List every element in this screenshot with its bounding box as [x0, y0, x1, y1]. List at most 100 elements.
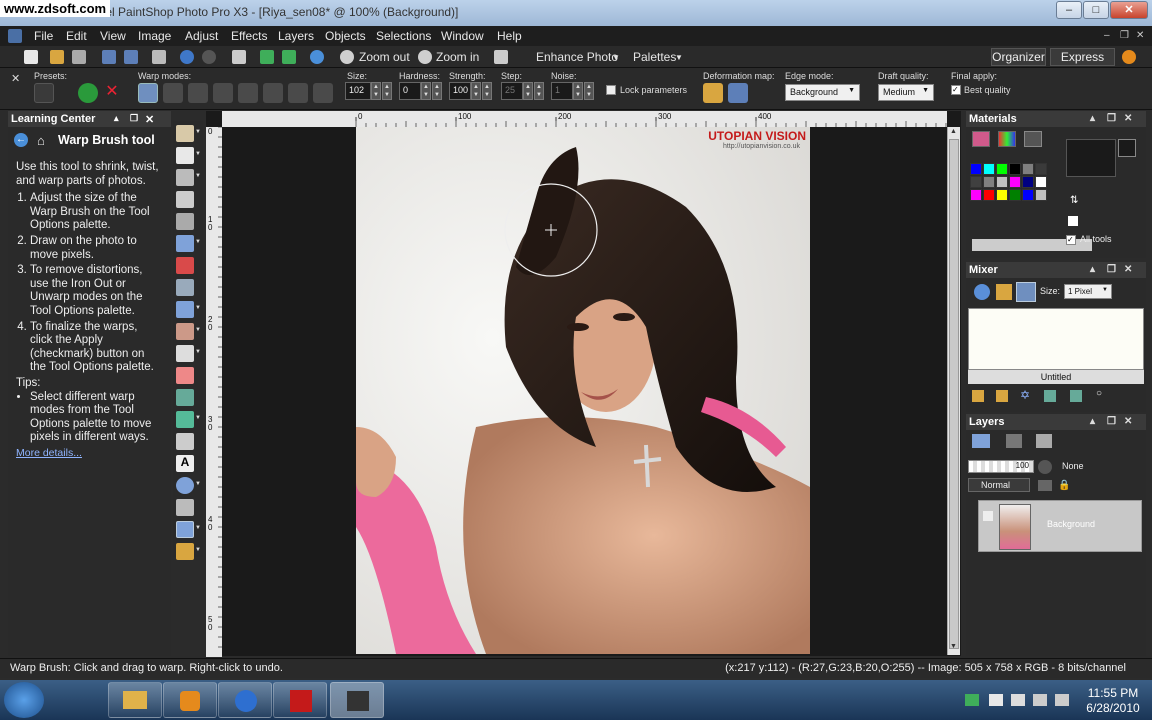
dodge-icon[interactable] [176, 345, 194, 362]
tray-app-icon[interactable] [989, 694, 1003, 706]
mixer-size-select[interactable]: 1 Pixel ▼ [1064, 284, 1112, 299]
color-swatch[interactable] [1035, 176, 1047, 188]
layer-visibility-icon[interactable] [983, 511, 993, 521]
picture-tube-icon[interactable] [176, 543, 194, 560]
mixer-zoom-icon[interactable]: ○ [1096, 388, 1102, 399]
menu-view[interactable]: View [100, 29, 126, 43]
restore-icon[interactable]: ❐ [130, 113, 138, 124]
menu-layers[interactable]: Layers [278, 29, 314, 43]
doc-minimize-icon[interactable]: – [1104, 30, 1110, 41]
color-swatch[interactable] [1022, 176, 1034, 188]
noise-spinner[interactable]: ▲ ▼ [573, 82, 583, 100]
layer-adjust-icon[interactable] [1036, 434, 1052, 448]
tray-monitor-icon[interactable] [1033, 694, 1047, 706]
straighten-icon[interactable] [176, 235, 194, 252]
warp-push-icon[interactable] [138, 83, 158, 103]
hardness-slider-icon[interactable]: ▲ ▼ [432, 82, 442, 100]
menu-edit[interactable]: Edit [66, 29, 87, 43]
rainbow-tab-icon[interactable] [998, 131, 1016, 147]
default-colors-icon[interactable] [1068, 216, 1078, 226]
email-icon[interactable] [282, 50, 296, 64]
enhance-photo-menu[interactable]: Enhance Photo [536, 50, 618, 64]
lock-parameters-checkbox[interactable] [606, 85, 616, 95]
browse-icon[interactable] [72, 50, 86, 64]
undo-icon[interactable] [180, 50, 194, 64]
menu-adjust[interactable]: Adjust [185, 29, 218, 43]
organizer-button[interactable]: Organizer [991, 48, 1046, 66]
menu-file[interactable]: File [34, 29, 53, 43]
red-eye-icon[interactable] [176, 257, 194, 274]
menu-effects[interactable]: Effects [231, 29, 267, 43]
opacity-field[interactable]: 100 [968, 460, 1034, 473]
background-color-box[interactable] [1118, 139, 1136, 157]
color-swatch[interactable] [996, 163, 1008, 175]
strength-field[interactable]: 100 [449, 82, 471, 100]
frame-tab-icon[interactable] [972, 131, 990, 147]
menu-objects[interactable]: Objects [325, 29, 366, 43]
minimize-button[interactable]: – [1056, 1, 1082, 19]
zoom-out-icon[interactable] [340, 50, 354, 64]
color-swatch[interactable] [983, 189, 995, 201]
crop-icon[interactable] [176, 213, 194, 230]
scroll-thumb[interactable] [949, 139, 959, 649]
warp-noise-icon[interactable] [263, 83, 283, 103]
text-icon[interactable]: A [176, 455, 194, 472]
presets-dropdown[interactable] [34, 83, 54, 103]
mixer-navigate-icon[interactable] [1044, 390, 1056, 402]
mixer-new-icon[interactable] [972, 390, 984, 402]
clone-icon[interactable] [176, 301, 194, 318]
color-swatch[interactable] [1009, 189, 1021, 201]
size-field[interactable]: 102 [345, 82, 371, 100]
tray-volume-icon[interactable] [1055, 694, 1069, 706]
strength-spinner[interactable]: ▲ ▼ [471, 82, 481, 100]
fill-icon[interactable] [176, 389, 194, 406]
chat-task-icon[interactable] [218, 682, 272, 718]
swatches-tab-icon[interactable] [1024, 131, 1042, 147]
size-spinner[interactable]: ▲ ▼ [371, 82, 381, 100]
mixer-dropper-icon[interactable] [1016, 282, 1036, 302]
media-task-icon[interactable] [163, 682, 217, 718]
explorer-task-icon[interactable] [108, 682, 162, 718]
lock-transparency-icon[interactable] [1038, 480, 1052, 491]
print-icon[interactable] [152, 50, 166, 64]
start-button[interactable] [4, 682, 44, 718]
mixer-pour-icon[interactable] [974, 284, 990, 300]
menu-window[interactable]: Window [441, 29, 484, 43]
warp-twirl-left-icon[interactable] [238, 83, 258, 103]
cancel-x-icon[interactable]: ✕ [102, 83, 122, 103]
smudge-icon[interactable] [176, 433, 194, 450]
scroll-down-icon[interactable]: ▼ [950, 643, 957, 650]
pen-icon[interactable] [176, 499, 194, 516]
draft-quality-select[interactable]: Medium ▼ [878, 84, 934, 101]
image-canvas[interactable]: UTOPIAN VISION http://utopianvision.co.u… [356, 127, 810, 654]
mixer-pan-icon[interactable]: ✡ [1020, 388, 1030, 402]
warp-contract-icon[interactable] [188, 83, 208, 103]
opacity-icon[interactable] [1038, 460, 1052, 474]
learning-close-icon[interactable]: ✕ [145, 113, 154, 126]
app-icon[interactable] [8, 29, 22, 43]
hardness-spinner[interactable]: ▲ ▼ [421, 82, 431, 100]
load-map-folder-icon[interactable] [703, 83, 723, 103]
restore-icon[interactable]: ❐ [1107, 416, 1116, 427]
warp-iron-out-icon[interactable] [288, 83, 308, 103]
step-slider-icon[interactable]: ▲ ▼ [534, 82, 544, 100]
warp-unwarp-icon[interactable] [313, 83, 333, 103]
window-layout-icon[interactable] [494, 50, 508, 64]
tray-network-icon[interactable] [965, 694, 979, 706]
color-swatch[interactable] [970, 163, 982, 175]
blend-mode-select[interactable]: Normal [968, 478, 1030, 492]
paintshop-task-icon[interactable] [330, 682, 384, 718]
color-swatch[interactable] [996, 176, 1008, 188]
menu-selections[interactable]: Selections [376, 29, 431, 43]
save-icon[interactable] [102, 50, 116, 64]
apply-checkmark-icon[interactable] [78, 83, 98, 103]
color-swatch[interactable] [1022, 189, 1034, 201]
dropper-icon[interactable] [176, 191, 194, 208]
color-swatch[interactable] [970, 176, 982, 188]
makeover-icon[interactable] [176, 279, 194, 296]
close-button[interactable]: ✕ [1110, 1, 1148, 19]
mixer-canvas[interactable] [968, 308, 1144, 370]
mixer-mix-icon[interactable] [1070, 390, 1082, 402]
mixer-brush-icon[interactable] [996, 284, 1012, 300]
color-swatch[interactable] [1035, 163, 1047, 175]
